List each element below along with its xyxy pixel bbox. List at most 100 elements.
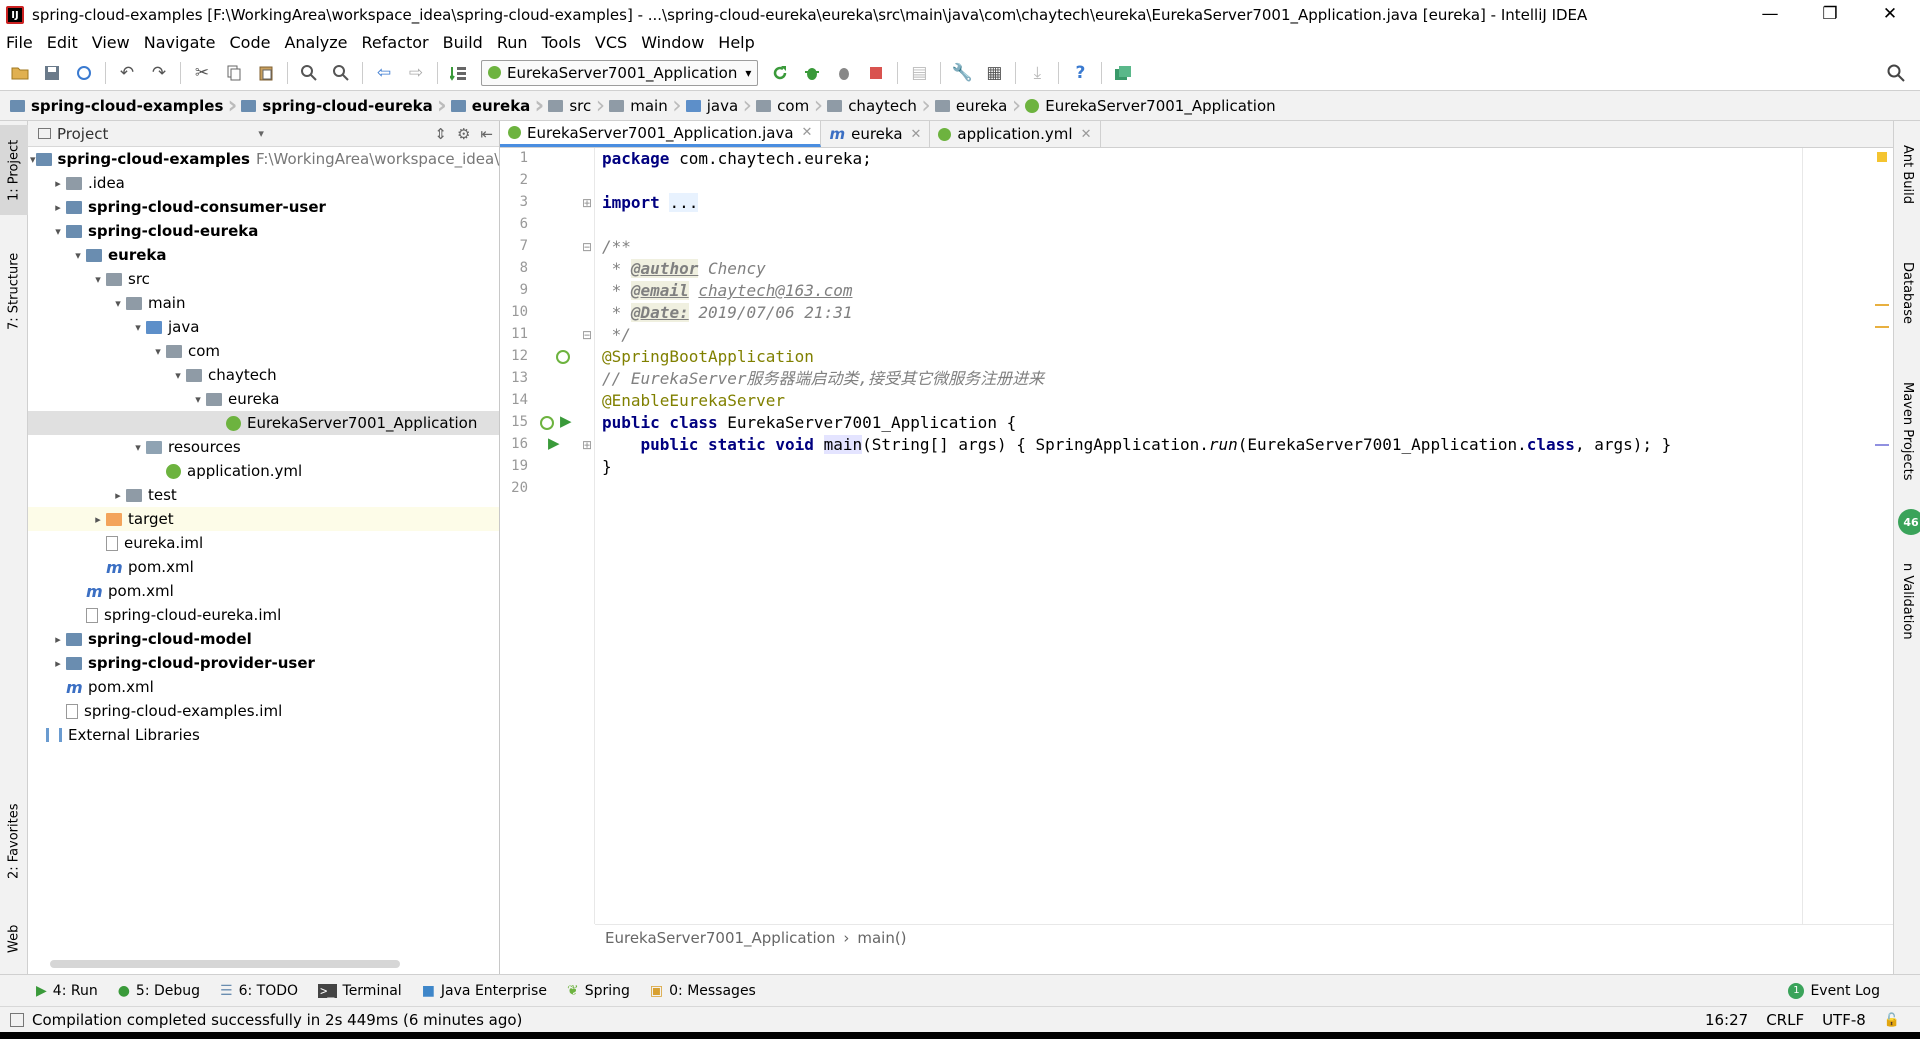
breadcrumb-item[interactable]: main ›	[599, 91, 682, 121]
editor-breadcrumb-class[interactable]: EurekaServer7001_Application	[605, 929, 835, 947]
todo-tool-tab[interactable]: ☰ 6: TODO	[220, 975, 298, 1007]
menu-run[interactable]: Run	[490, 30, 535, 55]
save-all-icon[interactable]	[38, 59, 66, 87]
menu-analyze[interactable]: Analyze	[277, 30, 354, 55]
lock-icon[interactable]: 🔓	[1884, 1013, 1900, 1028]
tree-node[interactable]: ▾ resources	[28, 435, 499, 459]
tree-node[interactable]: ▸ spring-cloud-provider-user	[28, 651, 499, 675]
replace-icon[interactable]	[327, 59, 355, 87]
menu-code[interactable]: Code	[223, 30, 278, 55]
chevron-down-icon[interactable]: ▾	[30, 153, 36, 166]
stop-icon[interactable]	[862, 59, 890, 87]
project-view-label[interactable]: Project	[57, 125, 108, 143]
tree-node[interactable]: ▾ spring-cloud-eureka	[28, 219, 499, 243]
horizontal-scrollbar[interactable]	[50, 960, 400, 968]
close-tab-icon[interactable]: ✕	[911, 127, 922, 142]
tree-node[interactable]: ▾ src	[28, 267, 499, 291]
close-tab-icon[interactable]: ✕	[1081, 127, 1092, 142]
tab-eurekaserver-java[interactable]: EurekaServer7001_Application.java ✕	[500, 121, 822, 147]
forward-icon[interactable]: ⇨	[402, 59, 430, 87]
chevron-down-icon[interactable]: ▾	[110, 297, 126, 310]
fold-end-icon[interactable]: ⊟	[582, 328, 592, 342]
tree-node[interactable]: spring-cloud-examples.iml	[28, 699, 499, 723]
structure-tool-tab[interactable]: 7: Structure	[0, 241, 28, 341]
breadcrumb-item[interactable]: chaytech ›	[817, 91, 931, 121]
warning-marker[interactable]	[1875, 304, 1889, 306]
tree-node[interactable]: ▾ eureka	[28, 243, 499, 267]
tree-node[interactable]: ▸ spring-cloud-consumer-user	[28, 195, 499, 219]
status-message[interactable]: Compilation completed successfully in 2s…	[32, 1011, 522, 1029]
caret-marker[interactable]	[1875, 444, 1889, 446]
editor-breadcrumb-method[interactable]: main()	[857, 929, 906, 947]
fold-collapse-icon[interactable]: ⊟	[582, 240, 592, 254]
chevron-right-icon[interactable]: ▸	[50, 633, 66, 646]
chevron-down-icon[interactable]: ▾	[150, 345, 166, 358]
build-project-icon[interactable]	[445, 59, 473, 87]
breadcrumb-item[interactable]: spring-cloud-eureka ›	[231, 91, 447, 121]
caret-position[interactable]: 16:27	[1705, 1011, 1748, 1029]
chevron-right-icon[interactable]: ▸	[50, 201, 66, 214]
terminal-tool-tab[interactable]: >_ Terminal	[318, 975, 402, 1007]
validation-tool-tab[interactable]: n Validation	[1894, 541, 1920, 661]
run-gutter-icon[interactable]: ▶	[548, 434, 560, 452]
tree-node[interactable]: ▸ .idea	[28, 171, 499, 195]
chevron-right-icon[interactable]: ▸	[90, 513, 106, 526]
fold-expand-icon[interactable]: ⊞	[582, 196, 592, 210]
copy-icon[interactable]	[220, 59, 248, 87]
tree-node[interactable]: ▸ test	[28, 483, 499, 507]
error-stripe[interactable]	[1875, 148, 1889, 924]
tree-node[interactable]: application.yml	[28, 459, 499, 483]
breadcrumb-item[interactable]: java ›	[676, 91, 752, 121]
tree-node[interactable]: m pom.xml	[28, 555, 499, 579]
gear-icon[interactable]: ⚙	[457, 125, 470, 143]
debug-tool-tab[interactable]: ● 5: Debug	[118, 975, 200, 1007]
paste-icon[interactable]	[252, 59, 280, 87]
chevron-down-icon[interactable]: ▾	[90, 273, 106, 286]
breadcrumb-item[interactable]: eureka ›	[925, 91, 1021, 121]
menu-vcs[interactable]: VCS	[588, 30, 634, 55]
run-with-coverage-icon[interactable]	[830, 59, 858, 87]
menu-refactor[interactable]: Refactor	[355, 30, 436, 55]
chevron-right-icon[interactable]: ▸	[110, 489, 126, 502]
chevron-down-icon[interactable]: ▾	[258, 127, 264, 140]
run-configuration-select[interactable]: EurekaServer7001_Application ▾	[481, 59, 759, 86]
event-log-tool-tab[interactable]: 1 Event Log	[1788, 975, 1880, 1007]
database-tool-tab[interactable]: Database	[1894, 243, 1920, 343]
code-editor[interactable]: package com.chaytech.eureka; import ... …	[602, 148, 1892, 924]
menu-window[interactable]: Window	[634, 30, 711, 55]
tree-node[interactable]: ▾ eureka	[28, 387, 499, 411]
chevron-right-icon[interactable]: ▸	[50, 657, 66, 670]
tree-node[interactable]: External Libraries	[28, 723, 499, 747]
chevron-down-icon[interactable]: ▾	[130, 441, 146, 454]
chevron-down-icon[interactable]: ▾	[130, 321, 146, 334]
tree-node[interactable]: ▾ main	[28, 291, 499, 315]
tool-windows-toggle-icon[interactable]	[10, 1012, 24, 1027]
collapse-all-icon[interactable]: ⇕	[434, 125, 447, 143]
open-folder-icon[interactable]	[6, 59, 34, 87]
run-gutter-icon[interactable]: ▶	[560, 412, 572, 430]
back-icon[interactable]: ⇦	[370, 59, 398, 87]
favorites-tool-tab[interactable]: 2: Favorites	[0, 791, 28, 891]
redo-icon[interactable]: ↷	[145, 59, 173, 87]
tab-application-yml[interactable]: application.yml ✕	[930, 121, 1101, 147]
debug-icon[interactable]	[798, 59, 826, 87]
menu-help[interactable]: Help	[711, 30, 761, 55]
synchronize-icon[interactable]	[70, 59, 98, 87]
tree-node[interactable]: ▾ com	[28, 339, 499, 363]
settings-wrench-icon[interactable]: 🔧	[948, 59, 976, 87]
menu-tools[interactable]: Tools	[535, 30, 588, 55]
undo-icon[interactable]: ↶	[113, 59, 141, 87]
spring-bean-gutter-icon[interactable]	[540, 416, 554, 430]
sdk-download-icon[interactable]: ⤓	[1023, 59, 1051, 87]
tree-node[interactable]: eureka.iml	[28, 531, 499, 555]
spring-tool-tab[interactable]: ❦ Spring	[567, 975, 630, 1007]
tree-node[interactable]: ▾ chaytech	[28, 363, 499, 387]
menu-view[interactable]: View	[85, 30, 137, 55]
minimize-button[interactable]: —	[1740, 0, 1800, 30]
tree-node[interactable]: m pom.xml	[28, 675, 499, 699]
cut-icon[interactable]: ✂	[188, 59, 216, 87]
breadcrumb-item[interactable]: eureka ›	[441, 91, 544, 121]
menu-file[interactable]: File	[0, 30, 40, 55]
menu-build[interactable]: Build	[436, 30, 490, 55]
ant-build-tool-tab[interactable]: Ant Build	[1894, 129, 1920, 219]
